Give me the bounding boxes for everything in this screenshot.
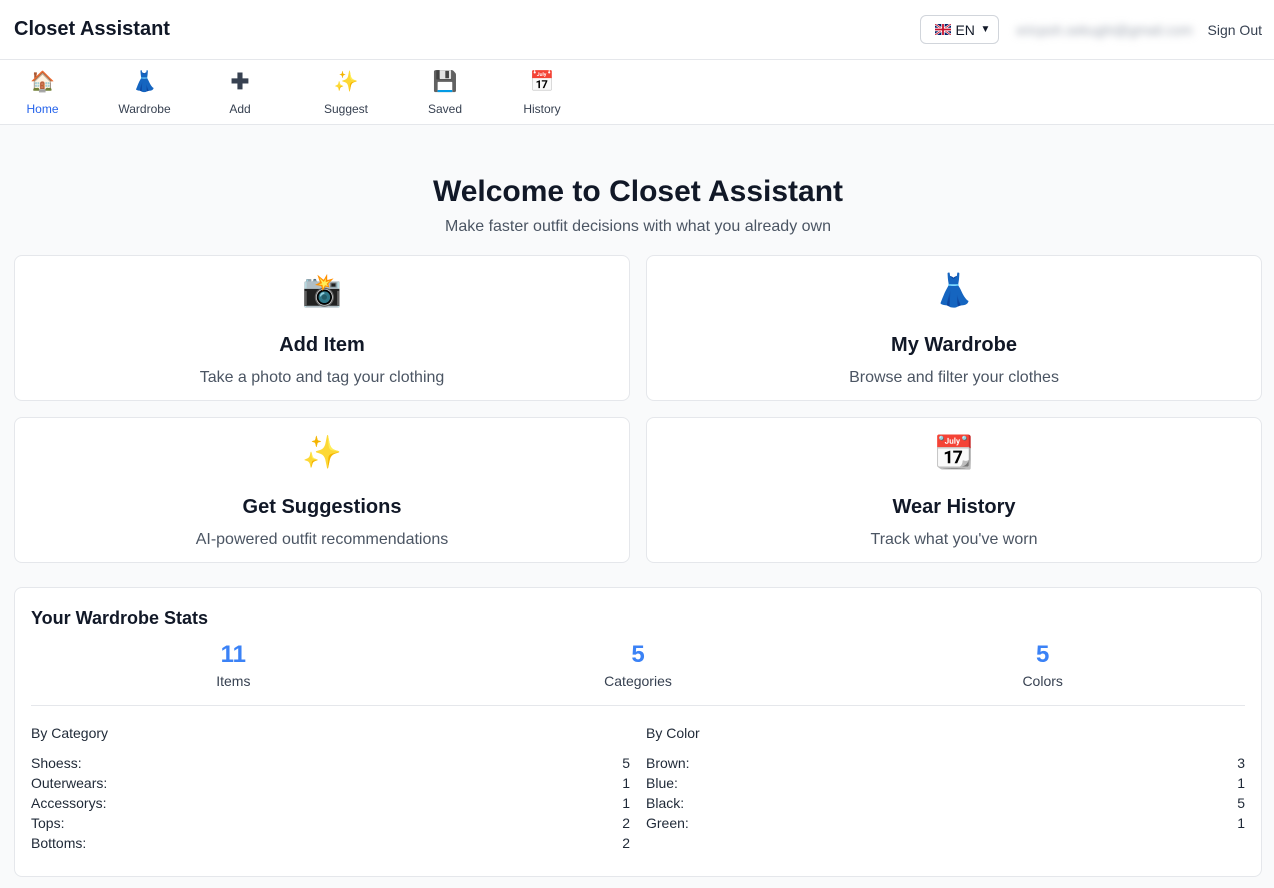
list-item: Shoess: 5 [31, 753, 630, 773]
stats-summary: 11 Items 5 Categories 5 Colors [31, 641, 1245, 706]
header-actions: EN ▼ ericpoh.sekughi@gmail.com Sign Out [920, 15, 1262, 44]
row-count: 3 [1237, 755, 1245, 771]
category-list: Shoess: 5 Outerwears: 1 Accessorys: 1 Tops:… [31, 753, 630, 853]
stat-label: Items [216, 673, 251, 689]
dress-icon: 👗 [132, 71, 157, 93]
dress-icon: 👗 [934, 272, 974, 308]
row-label: Bottoms: [31, 835, 87, 851]
add-item-card[interactable]: 📸 Add Item Take a photo and tag your clo… [14, 255, 630, 401]
calendar-icon: 📅 [529, 71, 555, 93]
by-category: By Category Shoess: 5 Outerwears: 1 Access… [31, 725, 630, 853]
app-header: Closet Assistant EN ▼ ericpoh.sekughi@gm… [0, 0, 1274, 60]
card-description: Take a photo and tag your clothing [199, 369, 445, 386]
card-description: Browse and filter your clothes [849, 369, 1059, 386]
list-item: Brown: 3 [646, 753, 1245, 773]
stats-breakdown: By Category Shoess: 5 Outerwears: 1 Access… [31, 725, 1245, 853]
stat-label: Colors [1022, 673, 1063, 689]
my-wardrobe-card[interactable]: 👗 My Wardrobe Browse and filter your clo… [646, 255, 1262, 401]
row-count: 1 [622, 795, 630, 811]
get-suggestions-card[interactable]: ✨ Get Suggestions AI-powered outfit reco… [14, 417, 630, 563]
list-item: Tops: 2 [31, 813, 630, 833]
stat-categories: 5 Categories [436, 641, 841, 689]
camera-flash-icon: 📸 [302, 272, 342, 308]
row-label: Blue: [646, 775, 678, 791]
list-item: Black: 5 [646, 793, 1245, 813]
tab-history[interactable]: 📅 History [519, 60, 565, 124]
feature-cards: 📸 Add Item Take a photo and tag your clo… [14, 255, 1262, 563]
welcome-hero: Welcome to Closet Assistant Make faster … [14, 125, 1262, 236]
list-item: Blue: 1 [646, 773, 1245, 793]
tab-nav: 🏠 Home 👗 Wardrobe ✚ Add ✨ Suggest 💾 Save… [0, 60, 1274, 125]
row-count: 1 [1237, 775, 1245, 791]
stat-label: Categories [604, 673, 672, 689]
stat-colors: 5 Colors [840, 641, 1245, 689]
wardrobe-stats: Your Wardrobe Stats 11 Items 5 Categorie… [14, 587, 1262, 877]
stat-value: 11 [220, 641, 247, 668]
stat-value: 5 [1036, 641, 1050, 668]
language-select[interactable]: EN ▼ [920, 15, 1000, 44]
row-label: Black: [646, 795, 685, 811]
row-count: 5 [622, 755, 630, 771]
floppy-disk-icon: 💾 [432, 71, 458, 93]
plus-icon: ✚ [230, 69, 250, 94]
row-label: Green: [646, 815, 689, 831]
calendar-icon: 📆 [934, 434, 974, 470]
row-label: Outerwears: [31, 775, 108, 791]
sign-out-button[interactable]: Sign Out [1208, 22, 1262, 38]
language-value: EN [955, 21, 975, 38]
chevron-down-icon: ▼ [980, 24, 991, 35]
tab-label: Saved [427, 102, 463, 116]
tab-home[interactable]: 🏠 Home [21, 60, 64, 124]
stats-title: Your Wardrobe Stats [31, 608, 209, 628]
tab-saved[interactable]: 💾 Saved [425, 60, 465, 124]
tab-label: Suggest [323, 102, 369, 116]
tab-wardrobe[interactable]: 👗 Wardrobe [115, 60, 174, 124]
tab-label: Home [26, 102, 59, 116]
row-label: Tops: [31, 815, 65, 831]
row-label: Shoess: [31, 755, 82, 771]
by-color: By Color Brown: 3 Blue: 1 Black: 5 Green: 1 [646, 725, 1245, 853]
stat-items: 11 Items [31, 641, 436, 689]
list-item: Green: 1 [646, 813, 1245, 833]
uk-flag-icon [935, 24, 952, 35]
wear-history-card[interactable]: 📆 Wear History Track what you've worn [646, 417, 1262, 563]
by-color-title: By Color [646, 725, 700, 741]
sparkles-icon: ✨ [333, 71, 359, 93]
row-label: Brown: [646, 755, 690, 771]
by-category-title: By Category [31, 725, 109, 741]
list-item: Bottoms: 2 [31, 833, 630, 853]
row-count: 1 [622, 775, 630, 791]
card-title: My Wardrobe [891, 334, 1017, 356]
main-content: Welcome to Closet Assistant Make faster … [0, 125, 1274, 877]
row-count: 2 [622, 815, 630, 831]
user-email: ericpoh.sekughi@gmail.com [1016, 21, 1193, 38]
house-icon: 🏠 [30, 71, 55, 93]
tab-add[interactable]: ✚ Add [224, 60, 256, 124]
page-subtitle: Make faster outfit decisions with what y… [445, 218, 831, 235]
list-item: Outerwears: 1 [31, 773, 630, 793]
app-title[interactable]: Closet Assistant [14, 18, 170, 41]
tab-label: Wardrobe [118, 102, 171, 116]
row-count: 2 [622, 835, 630, 851]
card-description: Track what you've worn [870, 531, 1038, 548]
card-description: AI-powered outfit recommendations [195, 531, 449, 548]
card-title: Wear History [892, 496, 1016, 518]
color-list: Brown: 3 Blue: 1 Black: 5 Green: 1 [646, 753, 1245, 833]
tab-label: History [523, 102, 561, 116]
tab-label: Add [229, 102, 251, 116]
card-title: Get Suggestions [242, 496, 402, 518]
row-count: 5 [1237, 795, 1245, 811]
sparkles-icon: ✨ [302, 434, 342, 470]
card-title: Add Item [279, 334, 365, 356]
list-item: Accessorys: 1 [31, 793, 630, 813]
row-count: 1 [1237, 815, 1245, 831]
row-label: Accessorys: [31, 795, 107, 811]
stat-value: 5 [631, 641, 645, 668]
page-title: Welcome to Closet Assistant [432, 175, 844, 208]
tab-suggest[interactable]: ✨ Suggest [319, 60, 373, 124]
